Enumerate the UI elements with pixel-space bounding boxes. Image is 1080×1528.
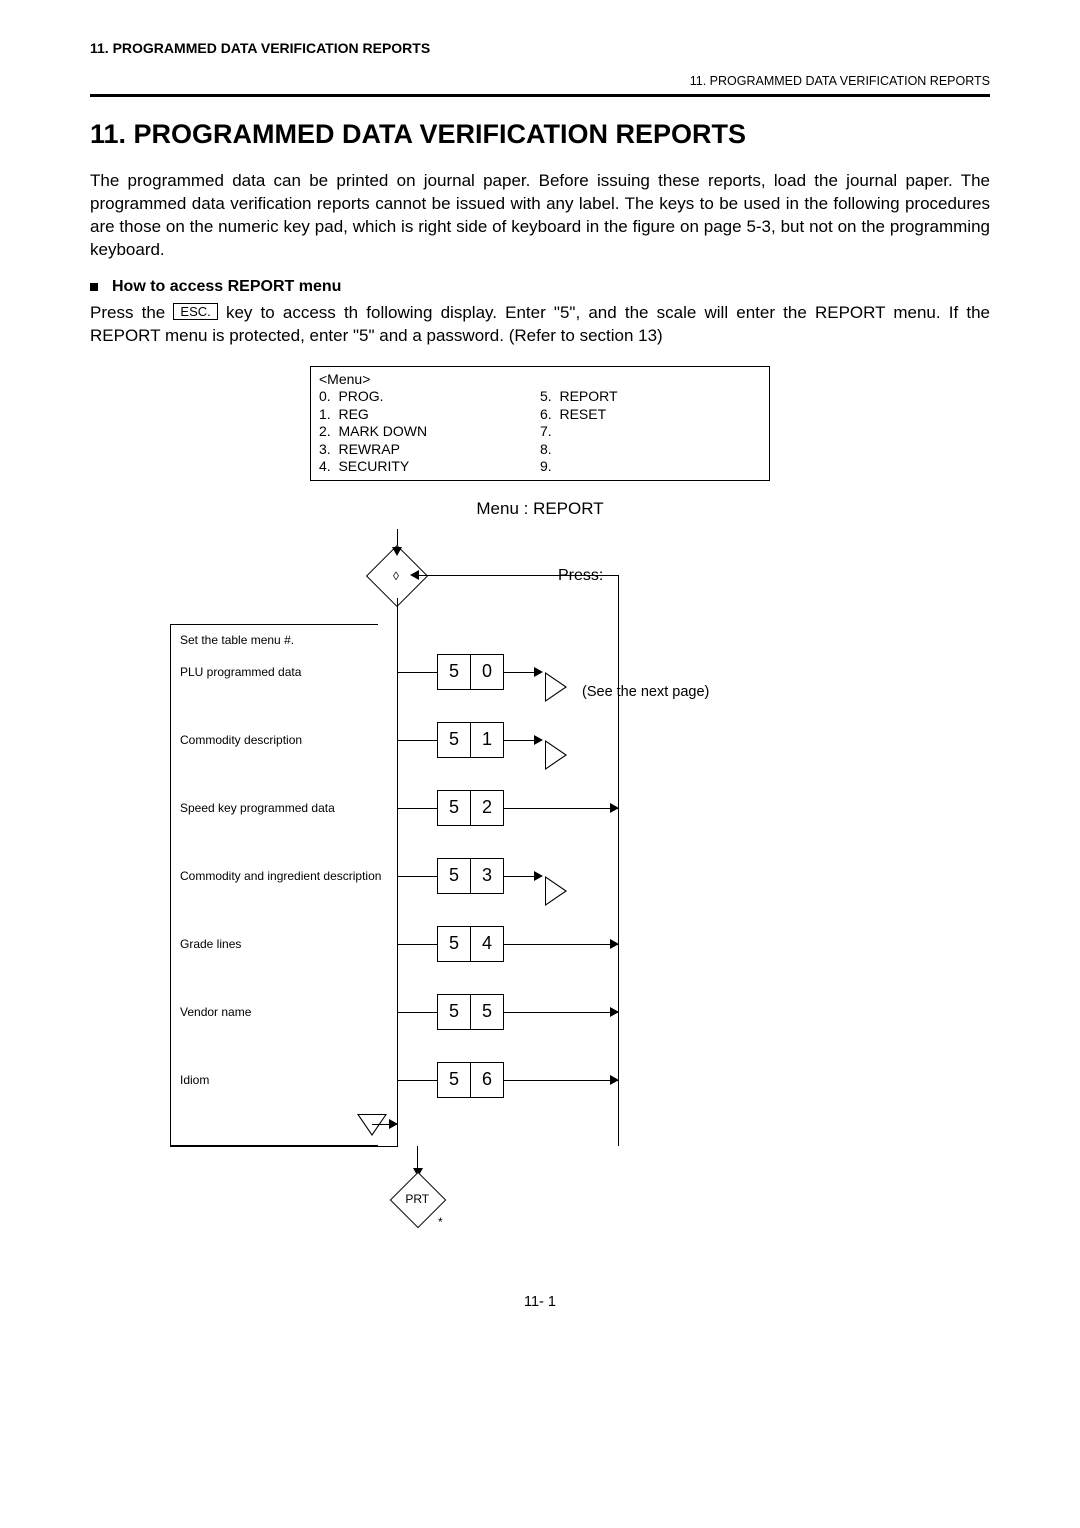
row-label: Vendor name <box>180 1005 251 1019</box>
menu-box: <Menu> 0. PROG. 1. REG 2. MARK DOWN 3. R… <box>310 366 770 481</box>
bullet-icon <box>90 283 98 291</box>
key-5: 5 <box>437 722 471 758</box>
menu-col-left: <Menu> 0. PROG. 1. REG 2. MARK DOWN 3. R… <box>319 371 540 476</box>
see-next-label: (See the next page) <box>582 684 709 700</box>
connector <box>504 740 536 741</box>
key-0: 0 <box>470 654 504 690</box>
esc-key: ESC. <box>173 303 217 321</box>
merge-vertical <box>618 575 619 1146</box>
arrow-right-icon <box>610 803 619 813</box>
connector <box>397 808 437 809</box>
key-5: 5 <box>437 858 471 894</box>
main-vertical <box>397 598 398 1146</box>
connector <box>170 1146 398 1147</box>
running-head-right: 11. PROGRAMMED DATA VERIFICATION REPORTS <box>90 74 990 88</box>
arrow-right-icon <box>610 1075 619 1085</box>
arrow-right-icon <box>534 667 543 677</box>
key-2: 2 <box>470 790 504 826</box>
prt-star: * <box>438 1215 443 1229</box>
page-title: 11. PROGRAMMED DATA VERIFICATION REPORTS <box>90 119 990 150</box>
v-letter: v <box>367 1114 373 1128</box>
connector <box>397 1012 437 1013</box>
connector <box>397 672 437 673</box>
row-label: Commodity and ingredient description <box>180 869 381 883</box>
key-5: 5 <box>437 790 471 826</box>
menu-path: Menu : REPORT <box>90 499 990 519</box>
row-label: PLU programmed data <box>180 665 301 679</box>
connector <box>397 876 437 877</box>
arrow-right-icon <box>534 735 543 745</box>
connector <box>504 876 536 877</box>
key-5: 5 <box>437 654 471 690</box>
menu-col-right: 5. REPORT 6. RESET 7. 8. 9. <box>540 371 761 476</box>
u-letter: u <box>549 747 556 761</box>
diamond-letter: ◊ <box>393 569 399 583</box>
running-head-left: 11. PROGRAMMED DATA VERIFICATION REPORTS <box>90 40 990 56</box>
connector <box>504 944 618 945</box>
prt-label: PRT <box>405 1192 429 1206</box>
left-bracket <box>170 624 378 1146</box>
access-paragraph: Press the ESC. key to access th followin… <box>90 302 990 348</box>
howto-label: How to access REPORT menu <box>112 278 341 296</box>
arrow-left-icon <box>410 570 419 580</box>
header-rule <box>90 94 990 97</box>
connector <box>504 672 536 673</box>
howto-heading: How to access REPORT menu <box>90 278 990 296</box>
u-letter: u <box>549 883 556 897</box>
row-label: Speed key programmed data <box>180 801 335 815</box>
key-3: 3 <box>470 858 504 894</box>
row-label: Idiom <box>180 1073 209 1087</box>
merge-top-h2 <box>419 575 618 576</box>
arrow-right-icon <box>389 1119 398 1129</box>
u-triangle: u <box>545 876 567 906</box>
arrow-right-icon <box>610 1007 619 1017</box>
v-triangle: v <box>357 1114 387 1136</box>
arrow-down-icon <box>392 547 402 556</box>
access-pre: Press the <box>90 303 165 322</box>
key-5b: 5 <box>470 994 504 1030</box>
connector <box>504 1012 618 1013</box>
row-label: Commodity description <box>180 733 302 747</box>
access-post: key to access th following display. Ente… <box>90 303 990 345</box>
u-triangle: u <box>545 672 567 702</box>
key-4: 4 <box>470 926 504 962</box>
key-6: 6 <box>470 1062 504 1098</box>
u-letter: u <box>549 679 556 693</box>
arrow-right-icon <box>610 939 619 949</box>
connector <box>397 1080 437 1081</box>
connector <box>504 808 618 809</box>
key-5: 5 <box>437 926 471 962</box>
row-label: Grade lines <box>180 937 241 951</box>
press-label: Press: <box>558 567 603 585</box>
intro-paragraph: The programmed data can be printed on jo… <box>90 170 990 262</box>
connector <box>397 740 437 741</box>
key-1: 1 <box>470 722 504 758</box>
key-5: 5 <box>437 994 471 1030</box>
u-triangle: u <box>545 740 567 770</box>
connector <box>504 1080 618 1081</box>
page-number: 11- 1 <box>90 1294 990 1310</box>
flow-diagram: ◊ Press: Set the table menu #. PLU progr… <box>90 529 990 1244</box>
row-label: Set the table menu #. <box>180 633 294 647</box>
connector <box>397 944 437 945</box>
key-5: 5 <box>437 1062 471 1098</box>
arrow-right-icon <box>534 871 543 881</box>
